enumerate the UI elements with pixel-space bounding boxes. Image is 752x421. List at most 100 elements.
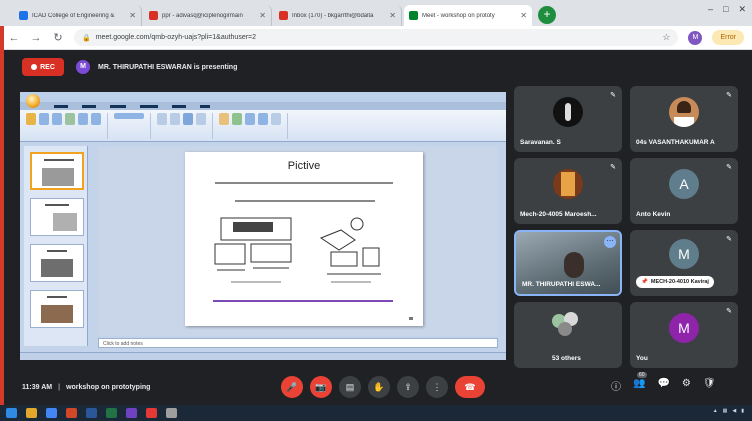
participant-tile[interactable]: A ✎ Anto Kevin: [630, 158, 738, 224]
others-tile[interactable]: 53 others: [514, 302, 622, 368]
powerpoint-titlebar: [20, 92, 506, 102]
college-favicon-icon: [19, 11, 28, 20]
bookmark-star-icon[interactable]: ☆: [662, 32, 670, 43]
ribbon: [20, 110, 506, 142]
more-options-icon[interactable]: ⋮: [426, 376, 448, 398]
muted-mic-icon: ✎: [726, 164, 732, 171]
slide-thumbnail[interactable]: [30, 198, 84, 236]
participant-tile[interactable]: ✎ Mech-20-4005 Maroesh...: [514, 158, 622, 224]
mic-off-icon[interactable]: 🎤: [281, 376, 303, 398]
more-options-icon[interactable]: ⋯: [604, 236, 616, 248]
screen: ICAD College of Engineering & ✕ ppr - ad…: [0, 0, 752, 421]
clock-time: 11:39 AM: [22, 383, 53, 391]
close-tab-icon[interactable]: ✕: [259, 11, 266, 20]
chat-icon[interactable]: 💬: [657, 378, 669, 393]
pin-icon: 📌: [641, 279, 648, 285]
ribbon-group: [26, 113, 108, 139]
participant-count-badge: 60: [637, 372, 647, 378]
lock-icon: 🔒: [82, 34, 91, 42]
powerpoint-icon[interactable]: [66, 408, 77, 418]
app-icon[interactable]: [126, 408, 137, 418]
close-tab-icon[interactable]: ✕: [520, 11, 527, 20]
muted-mic-icon: ✎: [726, 92, 732, 99]
slide-text-line: [215, 182, 393, 184]
close-window-button[interactable]: ✕: [738, 4, 746, 15]
participant-tile-speaking[interactable]: ⋯ MR. THIRUPATHI ESWA...: [514, 230, 622, 296]
app-icon[interactable]: [166, 408, 177, 418]
recording-label: REC: [40, 63, 55, 71]
url-text: meet.google.com/qmb-ozyh-uajs?pli=1&auth…: [95, 34, 257, 41]
word-icon[interactable]: [86, 408, 97, 418]
browser-tab-mail-2[interactable]: Inbox (170) - bkgarrthi@bdalta ✕: [274, 5, 402, 26]
captions-icon[interactable]: ▤: [339, 376, 361, 398]
app-icon[interactable]: [146, 408, 157, 418]
others-avatar: [558, 322, 572, 336]
host-controls-icon[interactable]: 🛡: [703, 378, 716, 393]
volume-icon[interactable]: ◀: [732, 408, 736, 414]
forward-arrow-icon[interactable]: →: [30, 32, 42, 44]
participant-name: MR. THIRUPATHI ESWA...: [522, 281, 601, 288]
browser-tab-meet[interactable]: Meet - workshop on prototy ✕: [404, 5, 532, 26]
close-tab-icon[interactable]: ✕: [389, 11, 396, 20]
others-count: 53 others: [552, 355, 581, 362]
browser-tab-mail-1[interactable]: ppr - adivasq@iciplenogirmain ✕: [144, 5, 272, 26]
participant-name: You: [636, 355, 648, 362]
address-bar[interactable]: 🔒 meet.google.com/qmb-ozyh-uajs?pli=1&au…: [74, 29, 679, 46]
back-arrow-icon[interactable]: ←: [8, 32, 20, 44]
muted-mic-icon: ✎: [610, 164, 616, 171]
shared-screen[interactable]: Pictive Click to add notes: [20, 92, 506, 360]
tab-title: ICAD College of Engineering &: [32, 12, 115, 19]
battery-icon[interactable]: ▮: [741, 408, 744, 414]
people-icon[interactable]: 👥 60: [633, 372, 647, 393]
browser-tab-strip: ICAD College of Engineering & ✕ ppr - ad…: [0, 0, 752, 26]
meeting-details-icon[interactable]: ⓘ: [611, 378, 621, 393]
meeting-title: workshop on prototyping: [66, 383, 151, 391]
side-panel-controls: ⓘ 👥 60 💬 ⚙ 🛡: [611, 372, 716, 393]
browser-tab-college[interactable]: ICAD College of Engineering & ✕: [14, 5, 142, 26]
ribbon-group: [114, 113, 151, 139]
current-slide[interactable]: Pictive: [185, 152, 423, 326]
chrome-icon[interactable]: [46, 408, 57, 418]
meet-favicon-icon: [409, 11, 418, 20]
present-screen-icon[interactable]: ⇪: [397, 376, 419, 398]
error-pill[interactable]: Error: [712, 30, 744, 45]
window-edge: [0, 26, 4, 405]
excel-icon[interactable]: [106, 408, 117, 418]
self-tile[interactable]: M ✎ You: [630, 302, 738, 368]
network-icon[interactable]: ▦: [723, 408, 728, 414]
start-icon[interactable]: [6, 408, 17, 418]
maximize-button[interactable]: □: [723, 4, 728, 15]
raise-hand-icon[interactable]: ✋: [368, 376, 390, 398]
participant-avatar: A: [669, 169, 699, 200]
participant-name: Mech-20-4005 Maroesh...: [520, 211, 597, 218]
participant-name: 04s VASANTHAKUMAR A: [636, 139, 715, 146]
tray-icon[interactable]: ▲: [713, 408, 718, 414]
call-controls: 🎤 📷 ▤ ✋ ⇪ ⋮ ☎: [281, 376, 485, 398]
slide-thumbnail[interactable]: [30, 152, 84, 190]
slide-thumbnail[interactable]: [30, 244, 84, 282]
self-avatar: M: [669, 313, 699, 344]
participant-silhouette: [564, 252, 584, 278]
tab-title: Meet - workshop on prototy: [422, 12, 495, 19]
new-tab-button[interactable]: +: [538, 6, 556, 24]
minimize-button[interactable]: –: [708, 4, 713, 15]
hang-up-icon[interactable]: ☎: [455, 376, 485, 398]
browser-toolbar: ← → ↻ 🔒 meet.google.com/qmb-ozyh-uajs?pl…: [0, 26, 752, 50]
participant-tile[interactable]: ✎ Saravanan. S: [514, 86, 622, 152]
powerpoint-status-bar: [20, 352, 506, 360]
close-tab-icon[interactable]: ✕: [129, 11, 136, 20]
slide-thumbnail[interactable]: [30, 290, 84, 328]
slide-divider: [213, 300, 393, 302]
reload-icon[interactable]: ↻: [52, 31, 64, 44]
activities-icon[interactable]: ⚙: [682, 378, 691, 393]
camera-off-icon[interactable]: 📷: [310, 376, 332, 398]
slide-number: [409, 317, 413, 320]
notes-pane[interactable]: Click to add notes: [98, 338, 498, 348]
gmail-favicon-icon: [279, 11, 288, 20]
participant-photo: [553, 169, 583, 200]
profile-avatar[interactable]: M: [688, 30, 703, 45]
recording-badge[interactable]: REC: [22, 58, 64, 76]
participant-tile[interactable]: ✎ 04s VASANTHAKUMAR A: [630, 86, 738, 152]
explorer-icon[interactable]: [26, 408, 37, 418]
participant-tile[interactable]: M ✎ 📌 MECH-20-4010 Kaviraj: [630, 230, 738, 296]
